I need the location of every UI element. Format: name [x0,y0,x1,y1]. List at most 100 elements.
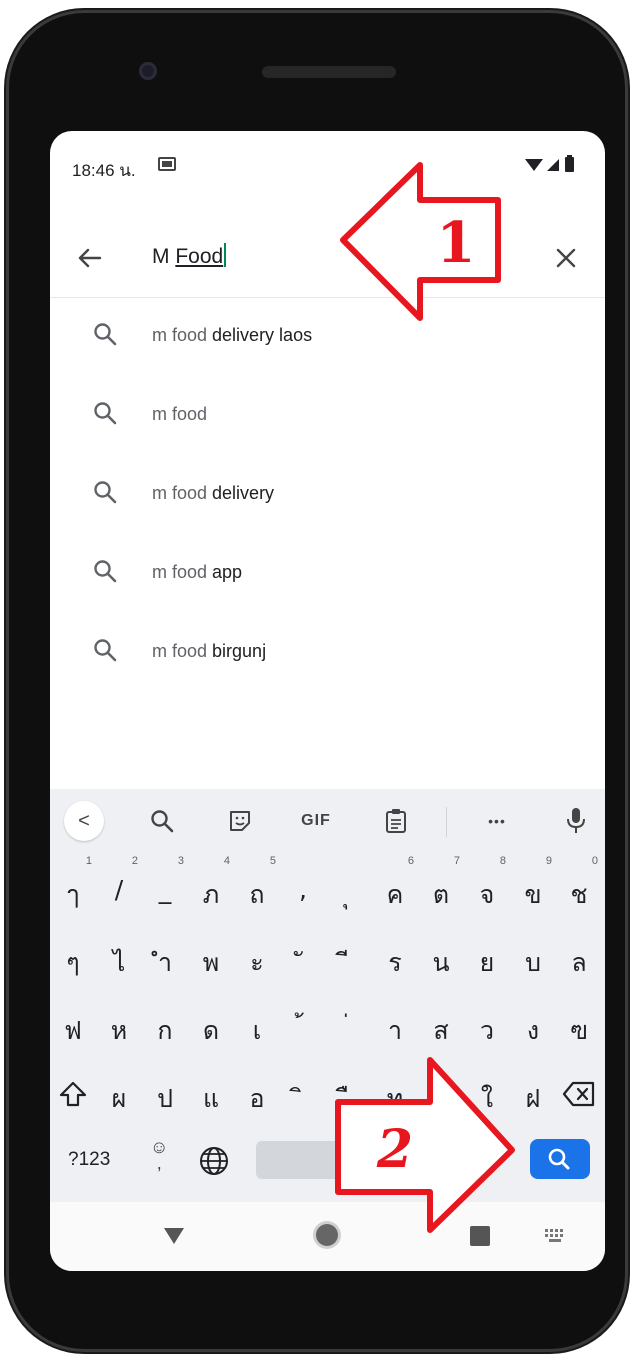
key[interactable]: เ [234,997,280,1051]
key[interactable]: ท [372,1065,418,1119]
nav-back-triangle-icon[interactable] [164,1228,184,1244]
gif-button[interactable]: GIF [294,803,338,839]
key[interactable]: 6ค [372,855,418,915]
key[interactable]: 9ข [510,855,556,915]
text-caret [224,243,227,267]
search-icon [94,481,117,504]
key[interactable]: ำ [142,929,188,983]
nav-recents-icon[interactable] [470,1226,490,1246]
key[interactable]: 3 _ [142,855,188,915]
search-bar: M Food [50,221,605,298]
keyboard-toolbar: < GIF ••• [50,789,605,853]
key-row-2: ๆ ไ ำ พ ะ ั ี ร น ย บ ล [50,929,605,989]
clipboard-icon [386,809,406,833]
suggestion-item[interactable]: m food birgunj [50,613,605,692]
key[interactable]: พ [188,929,234,983]
key[interactable]: , [280,861,326,915]
key[interactable]: ส [418,997,464,1051]
search-icon [94,639,117,662]
suggestion-item[interactable]: m food delivery [50,455,605,534]
keyboard-search-button[interactable] [142,803,182,839]
wifi-signal-battery-icon [525,155,574,172]
key[interactable]: ิ [280,1065,326,1119]
key[interactable]: ะ [234,929,280,983]
phone-screen: 18:46 น. M Food m food delivery laos m f… [50,131,605,1271]
sticker-button[interactable] [220,803,260,839]
search-input[interactable]: M Food [152,243,227,269]
search-query-composing: Food [175,245,224,268]
suggestion-text: m food [152,404,208,424]
key[interactable]: ห [96,997,142,1051]
key[interactable]: บ [510,929,556,983]
toolbar-divider [446,807,447,837]
key-row-1: 1ๅ 2/ 3_ 4ภ 5ถ , ุ 6ค 7ต 8จ 9ข 0ช [50,855,605,921]
key[interactable]: ว [464,997,510,1051]
key[interactable]: ป [142,1065,188,1119]
sticker-icon [230,811,250,831]
key[interactable]: ุ [326,861,372,915]
key[interactable]: 2/ [96,855,142,915]
globe-icon[interactable] [198,1145,230,1177]
key[interactable]: 5ถ [234,855,280,915]
key-row-bottom: ?123 ☺ , ไทย . [50,1137,605,1197]
key[interactable]: ฟ [50,997,96,1051]
key[interactable]: ร [372,929,418,983]
period-key[interactable]: . [486,1145,492,1171]
key[interactable]: แ [188,1065,234,1119]
keyboard-switch-icon[interactable] [544,1228,566,1244]
key[interactable]: ่ [326,997,372,1051]
back-arrow-icon[interactable] [74,243,104,273]
search-icon [94,323,117,346]
key[interactable]: ไ [96,929,142,983]
key[interactable]: 0ช [556,855,602,915]
key[interactable]: ม [418,1065,464,1119]
microphone-icon [567,808,585,833]
search-icon [548,1148,570,1170]
key[interactable]: ี [326,929,372,983]
key[interactable]: ั [280,929,326,983]
key[interactable]: ื [326,1065,372,1119]
key[interactable]: า [372,997,418,1051]
key-row-3: ฟ ห ก ด เ ้ ่ า ส ว ง ฃ [50,997,605,1057]
key[interactable]: ใ [464,1065,510,1119]
more-options-button[interactable]: ••• [472,803,522,839]
key[interactable]: ล [556,929,602,983]
emoji-comma-key[interactable]: ☺ , [150,1138,168,1172]
key[interactable]: 8จ [464,855,510,915]
suggestion-item[interactable]: m food app [50,534,605,613]
key[interactable]: ก [142,997,188,1051]
suggestion-text: m food delivery laos [152,325,313,345]
search-icon [151,810,174,833]
suggestion-item[interactable]: m food delivery laos [50,297,605,376]
key[interactable]: ย [464,929,510,983]
key[interactable]: ฝ [510,1065,556,1119]
key[interactable]: ้ [280,997,326,1051]
space-bar[interactable]: ไทย [256,1141,452,1179]
key[interactable]: 1ๅ [50,855,96,915]
clipboard-button[interactable] [376,803,416,839]
nav-home-icon[interactable] [316,1224,338,1246]
voice-input-button[interactable] [556,803,596,839]
clear-icon[interactable] [553,245,579,271]
key[interactable]: 4ภ [188,855,234,915]
key[interactable]: ผ [96,1065,142,1119]
key[interactable]: 7ต [418,855,464,915]
toolbar-back-button[interactable]: < [64,801,104,841]
search-icon [94,402,117,425]
symbols-key[interactable]: ?123 [68,1149,110,1171]
space-language-label: ไทย [340,1154,368,1172]
key[interactable]: ฃ [556,997,602,1051]
key[interactable]: อ [234,1065,280,1119]
key[interactable]: ๆ [50,929,96,983]
search-query-prefix: M [152,245,176,268]
search-icon [94,560,117,583]
suggestion-item[interactable]: m food [50,376,605,455]
status-time: 18:46 น. [72,161,136,180]
key[interactable]: ง [510,997,556,1051]
suggestion-text: m food birgunj [152,641,267,661]
key[interactable]: น [418,929,464,983]
backspace-key[interactable] [556,1065,602,1119]
shift-key[interactable] [50,1065,96,1119]
search-enter-button[interactable] [530,1139,590,1179]
key[interactable]: ด [188,997,234,1051]
